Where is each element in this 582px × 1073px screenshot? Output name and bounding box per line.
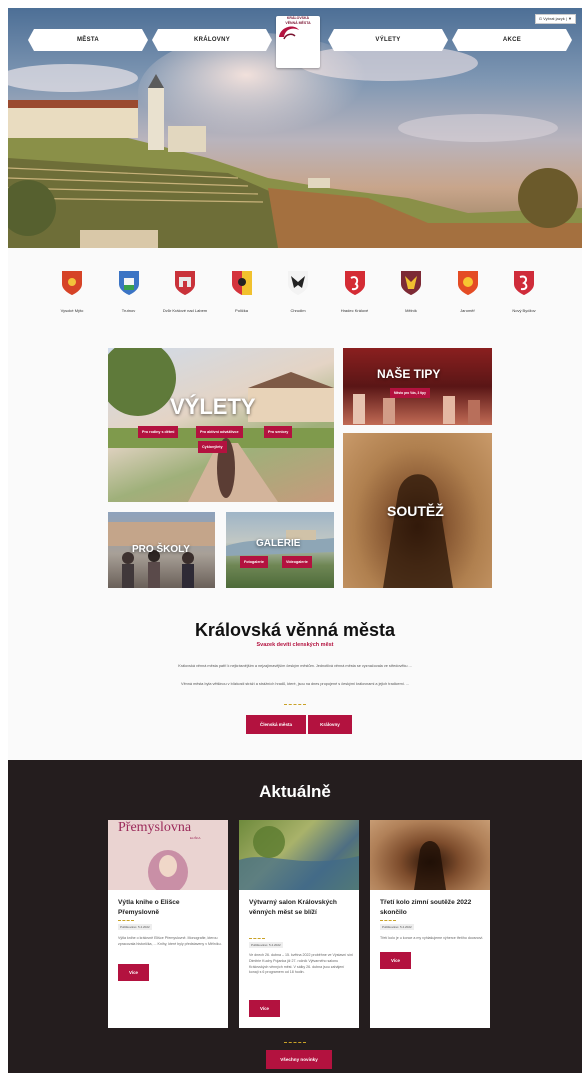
- city-melnik[interactable]: Mělník: [387, 270, 435, 332]
- all-news-button[interactable]: Všechny novinky: [266, 1050, 332, 1069]
- clenska-mesta-button[interactable]: Členská města: [246, 715, 306, 734]
- city-name: Nový Bydžov: [512, 308, 536, 313]
- news-card-more-button[interactable]: Více: [249, 1000, 280, 1017]
- city-name: Vysoké Mýto: [60, 308, 84, 313]
- news-card-separator: [118, 920, 134, 921]
- kralovny-button[interactable]: Královny: [308, 715, 352, 734]
- coat-of-arms-icon: [62, 271, 82, 295]
- tunnel-illustration: [414, 841, 446, 890]
- painting-illustration: [239, 826, 359, 890]
- crown-swirl-logo-icon: [279, 26, 299, 40]
- city-policka[interactable]: Polička: [218, 270, 266, 332]
- news-card-text: Třetí kolo je u konce a my vyhlašujeme v…: [380, 936, 484, 940]
- tile-vylety[interactable]: VÝLETY Pro rodiny s dětmi Pro aktivní od…: [108, 348, 334, 502]
- city-novy-bydzov[interactable]: Nový Bydžov: [500, 270, 548, 332]
- news-card-text: Ve dnech 26. dubna – 15. května 2022 pro…: [249, 953, 353, 975]
- news-card-title: Výtla knihe o Elišce Přemyslovně: [118, 899, 180, 916]
- news-card-text: Výtla knihe o královně Elišce Přemyslovn…: [118, 936, 222, 946]
- coat-of-arms-icon: [401, 271, 421, 295]
- site-logo[interactable]: KRÁLOVSKÁ VĚNNÁ MĚSTA: [276, 16, 320, 68]
- city-chrudim[interactable]: Chrudim: [274, 270, 322, 332]
- news-card-date: Publikováno: 5.4.2022: [249, 942, 283, 948]
- news-separator: [284, 1042, 306, 1043]
- news-card-separator: [380, 920, 396, 921]
- pill-videogalerie-button[interactable]: Videogalerie: [282, 556, 312, 568]
- news-card-image: Přemyslovna ELIŠKA: [108, 820, 228, 890]
- nav-kralovny-button[interactable]: KRÁLOVNY: [152, 29, 272, 51]
- news-card-more-button[interactable]: Více: [380, 952, 411, 969]
- tile-tipy-title: NAŠE TIPY: [377, 367, 441, 381]
- city-name: Jaroměř: [460, 308, 475, 313]
- news-card-date: Publikováno: 5.4.2022: [380, 924, 414, 930]
- about-separator: [284, 704, 306, 705]
- website-frame: G Vybrat jazyk | ▼ MĚSTA KRÁLOVNY VÝLETY…: [8, 8, 582, 1073]
- about-subtitle: Svazek devíti clenských měst: [256, 642, 334, 648]
- coat-of-arms-icon: [118, 271, 139, 295]
- pill-rodiny-button[interactable]: Pro rodiny s dětmi: [138, 426, 179, 438]
- nav-akce-button[interactable]: AKCE: [452, 29, 572, 51]
- member-cities-row: Vysoké Mýto Trutnov Dvůr Králové nad Lab…: [48, 270, 548, 332]
- coat-of-arms-icon: [288, 271, 308, 295]
- about-title: Královská věnná města: [194, 620, 396, 640]
- tile-galerie-illustration: [226, 530, 334, 556]
- about-paragraph-2: Věnná města byla většinou v blízkosti st…: [181, 682, 409, 686]
- tile-nase-tipy[interactable]: NAŠE TIPY Město pro Vás, 3 tipy: [343, 348, 492, 425]
- news-card-image: [239, 820, 359, 890]
- city-jaromer[interactable]: Jaroměř: [444, 270, 492, 332]
- city-name: Mělník: [405, 308, 417, 313]
- tile-pro-skoly[interactable]: PRO ŠKOLY: [108, 512, 215, 588]
- tile-soutez-title: SOUTĚŽ: [387, 503, 444, 519]
- news-card-date: Publikováno: 5.4.2022: [118, 924, 152, 930]
- coat-of-arms-icon: [344, 271, 365, 295]
- about-paragraph-1: Královská věnná města patří k nejkrásněj…: [178, 664, 412, 668]
- pill-seniory-button[interactable]: Pro seniory: [264, 426, 293, 438]
- tile-galerie[interactable]: GALERIE Fotogalerie Videogalerie: [226, 512, 334, 588]
- city-vysoke-myto[interactable]: Vysoké Mýto: [48, 270, 96, 332]
- tile-vylety-illustration: [108, 348, 334, 502]
- news-section: Aktuálně Přemyslovna ELIŠKA Výtla knihe …: [8, 760, 582, 1073]
- tile-soutez[interactable]: SOUTĚŽ: [343, 433, 492, 588]
- pill-fotogalerie-button[interactable]: Fotogalerie: [240, 556, 268, 568]
- city-dvur-kralove[interactable]: Dvůr Králové nad Labem: [161, 270, 209, 332]
- city-trutnov[interactable]: Trutnov: [105, 270, 153, 332]
- city-name: Chrudim: [290, 308, 306, 313]
- news-card[interactable]: Třetí kolo zimní soutěže 2022 skončilo P…: [370, 820, 490, 1028]
- book-cover-subtext: ELIŠKA: [190, 836, 201, 840]
- news-card-title: Výtvarný salon Královských věnných měst …: [249, 899, 337, 916]
- coat-of-arms-icon: [514, 271, 534, 295]
- news-card-more-button[interactable]: Více: [118, 964, 149, 981]
- city-name: Hradec Králové: [340, 308, 369, 313]
- news-title: Aktuálně: [259, 782, 331, 801]
- city-name: Polička: [235, 308, 248, 313]
- tile-galerie-title: GALERIE: [256, 538, 301, 549]
- news-card-separator: [249, 938, 265, 939]
- news-card-image: [370, 820, 490, 890]
- nav-mesta-button[interactable]: MĚSTA: [28, 29, 148, 51]
- nav-vylety-button[interactable]: VÝLETY: [328, 29, 448, 51]
- city-name: Trutnov: [121, 308, 136, 313]
- hero-banner: G Vybrat jazyk | ▼ MĚSTA KRÁLOVNY VÝLETY…: [8, 8, 582, 248]
- news-card[interactable]: Přemyslovna ELIŠKA Výtla knihe o Elišce …: [108, 820, 228, 1028]
- page: G Vybrat jazyk | ▼ MĚSTA KRÁLOVNY VÝLETY…: [0, 0, 582, 1073]
- tile-tipy-illustration: [353, 394, 480, 424]
- news-card-title: Třetí kolo zimní soutěže 2022 skončilo: [380, 899, 472, 916]
- pill-cyklovylety-button[interactable]: Cyklovýlety: [198, 441, 227, 453]
- language-selector[interactable]: G Vybrat jazyk | ▼: [534, 14, 576, 24]
- pill-aktivni-button[interactable]: Pro aktivní odvážlivce: [196, 426, 243, 438]
- city-name: Dvůr Králové nad Labem: [162, 308, 208, 313]
- city-hradec-kralove[interactable]: Hradec Králové: [331, 270, 379, 332]
- news-card[interactable]: Výtvarný salon Královských věnných měst …: [239, 820, 359, 1028]
- book-cover-text: Přemyslovna: [118, 820, 192, 835]
- pill-tipy-button[interactable]: Město pro Vás, 3 tipy: [390, 388, 430, 398]
- tile-vylety-title: VÝLETY: [170, 394, 256, 419]
- coat-of-arms-icon: [175, 271, 195, 295]
- coat-of-arms-icon: [231, 271, 252, 295]
- tile-skoly-title: PRO ŠKOLY: [132, 544, 190, 555]
- coat-of-arms-icon: [457, 271, 478, 295]
